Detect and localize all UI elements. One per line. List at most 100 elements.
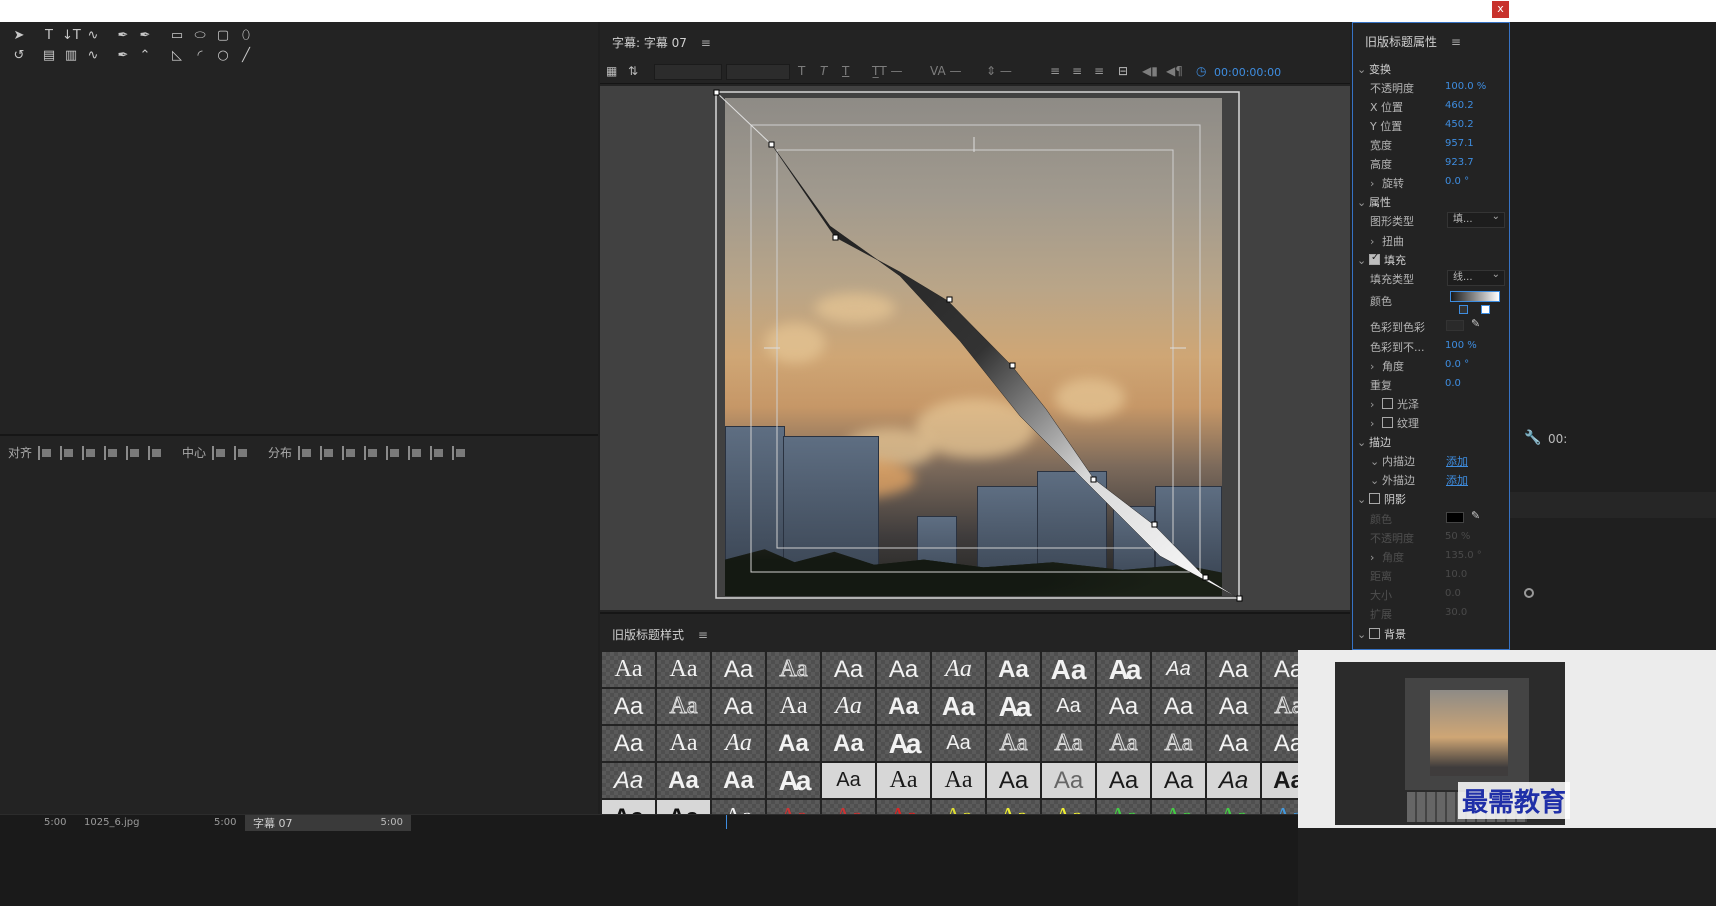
style-swatch[interactable]: Aa: [657, 726, 710, 761]
shadow-spread-value[interactable]: 30.0: [1445, 607, 1467, 618]
gradient-stop-end[interactable]: [1481, 305, 1490, 314]
style-swatch[interactable]: Aa: [822, 763, 875, 798]
sheen-checkbox[interactable]: [1382, 398, 1393, 409]
style-swatch[interactable]: Aa: [1152, 726, 1205, 761]
convert-anchor-tool-icon[interactable]: ⌃: [136, 48, 154, 64]
align-bottom-icon[interactable]: [148, 445, 164, 460]
playhead[interactable]: [726, 815, 727, 829]
opacity-value[interactable]: 100.0 %: [1445, 81, 1486, 92]
style-swatch[interactable]: Aa: [712, 689, 765, 724]
style-swatch[interactable]: Aa: [877, 726, 930, 761]
shadow-distance-value[interactable]: 10.0: [1445, 569, 1467, 580]
center-vertical-icon[interactable]: [234, 445, 250, 460]
panel-menu-icon[interactable]: ≡: [1451, 35, 1461, 49]
distribute-center-icon[interactable]: [320, 445, 336, 460]
shadow-angle-value[interactable]: 135.0 °: [1445, 550, 1482, 561]
style-swatch[interactable]: Aa: [1152, 763, 1205, 798]
align-center-text-icon[interactable]: ≡: [1072, 64, 1082, 80]
font-size-icon[interactable]: T̲T —: [872, 64, 902, 80]
style-swatch[interactable]: Aa: [1262, 763, 1300, 798]
shadow-section[interactable]: ⌄ 阴影: [1353, 489, 1509, 508]
outer-stroke-row[interactable]: ⌄ 外描边 添加: [1353, 470, 1509, 489]
rounded-rect-tool-icon[interactable]: ⬭: [191, 28, 209, 44]
shadow-color-swatch[interactable]: [1446, 512, 1464, 523]
style-swatch[interactable]: Aa: [602, 763, 655, 798]
kerning-icon[interactable]: VA —: [930, 64, 961, 80]
path-type-tool-icon[interactable]: ∿: [84, 28, 102, 44]
distribute-top-icon[interactable]: [364, 445, 380, 460]
style-swatch[interactable]: Aa: [712, 763, 765, 798]
style-swatch[interactable]: Aa: [767, 763, 820, 798]
gradient-stop-start[interactable]: [1459, 305, 1468, 314]
shadow-size-value[interactable]: 0.0: [1445, 588, 1461, 599]
new-title-icon[interactable]: ▦: [606, 64, 617, 80]
add-inner-stroke-link[interactable]: 添加: [1446, 453, 1468, 469]
style-swatch[interactable]: Aa: [1097, 689, 1150, 724]
distribute-right-icon[interactable]: [342, 445, 358, 460]
background-section[interactable]: ⌄ 背景: [1353, 624, 1509, 643]
rotation-row[interactable]: › 旋转 0.0 °: [1353, 173, 1509, 192]
style-swatch[interactable]: Aa: [1262, 652, 1300, 687]
align-left-icon[interactable]: [38, 445, 54, 460]
style-swatch[interactable]: Aa: [932, 726, 985, 761]
panel-menu-icon[interactable]: ≡: [698, 628, 708, 642]
style-swatch[interactable]: Aa: [987, 763, 1040, 798]
stroke-section[interactable]: ⌄ 描边: [1353, 432, 1509, 451]
add-outer-stroke-link[interactable]: 添加: [1446, 472, 1468, 488]
style-swatch[interactable]: Aa: [1042, 726, 1095, 761]
style-swatch[interactable]: Aa: [1042, 689, 1095, 724]
style-swatch[interactable]: Aa: [932, 763, 985, 798]
tab-stops-icon[interactable]: ⊟: [1118, 64, 1128, 80]
style-swatch[interactable]: Aa: [1207, 652, 1260, 687]
texture-checkbox[interactable]: [1382, 417, 1393, 428]
rounded-corner-rect-tool-icon[interactable]: ⬯: [237, 28, 255, 44]
shape-type-select[interactable]: 填...: [1447, 210, 1505, 228]
x-position-value[interactable]: 460.2: [1445, 100, 1474, 111]
distribute-middle-icon[interactable]: [386, 445, 402, 460]
color-stop-swatch[interactable]: [1446, 320, 1464, 331]
arc-tool-icon[interactable]: ◜: [191, 48, 209, 64]
style-swatch[interactable]: Aa: [1207, 763, 1260, 798]
y-position-value[interactable]: 450.2: [1445, 119, 1474, 130]
shadow-angle-row[interactable]: › 角度 135.0 °: [1353, 547, 1509, 566]
style-swatch[interactable]: Aa: [767, 726, 820, 761]
background-checkbox[interactable]: [1369, 628, 1380, 639]
style-swatch[interactable]: Aa: [1097, 763, 1150, 798]
inner-stroke-row[interactable]: ⌄ 内描边 添加: [1353, 451, 1509, 470]
align-right-text-icon[interactable]: ≡: [1094, 64, 1104, 80]
panel-menu-icon[interactable]: ≡: [701, 36, 711, 50]
bold-icon[interactable]: T: [798, 64, 805, 80]
style-swatch[interactable]: Aa: [602, 726, 655, 761]
eyedropper-icon[interactable]: ✎: [1471, 317, 1480, 330]
distribute-bottom-icon[interactable]: [408, 445, 424, 460]
style-swatch[interactable]: Aa: [767, 689, 820, 724]
rectangle-tool-icon[interactable]: ▭: [168, 28, 186, 44]
delete-anchor-tool-icon[interactable]: ✒: [136, 28, 154, 44]
shadow-opacity-value[interactable]: 50 %: [1445, 531, 1470, 542]
shadow-checkbox[interactable]: [1369, 493, 1380, 504]
repeat-value[interactable]: 0.0: [1445, 378, 1461, 389]
style-swatch[interactable]: Aa: [1207, 726, 1260, 761]
vertical-type-tool-icon[interactable]: ↓T: [62, 28, 81, 44]
area-type-tool-icon[interactable]: ▤: [40, 48, 58, 64]
fill-section[interactable]: ⌄填充: [1353, 250, 1509, 269]
close-button[interactable]: x: [1492, 1, 1509, 18]
properties-section[interactable]: ⌄ 属性: [1353, 192, 1509, 211]
selection-tool-icon[interactable]: ➤: [10, 28, 28, 44]
sync-timecode-icon[interactable]: ◷: [1196, 64, 1206, 80]
wrench-icon[interactable]: 🔧: [1524, 430, 1541, 446]
style-swatch[interactable]: Aa: [1207, 689, 1260, 724]
color-stop-opacity-value[interactable]: 100 %: [1445, 340, 1477, 351]
gradient-ramp[interactable]: [1450, 291, 1500, 302]
show-background-icon[interactable]: ◀▮: [1142, 64, 1158, 80]
distribute-left-icon[interactable]: [298, 445, 314, 460]
distort-row[interactable]: › 扭曲: [1353, 231, 1509, 250]
style-swatch[interactable]: Aa: [987, 652, 1040, 687]
distribute-v-spacing-icon[interactable]: [452, 445, 468, 460]
eyedropper-icon[interactable]: ✎: [1471, 509, 1480, 522]
style-swatch[interactable]: Aa: [712, 652, 765, 687]
center-horizontal-icon[interactable]: [212, 445, 228, 460]
pen-tool-icon[interactable]: ✒: [114, 28, 132, 44]
style-swatch[interactable]: Aa: [1042, 652, 1095, 687]
roll-crawl-icon[interactable]: ⇅: [628, 64, 638, 80]
